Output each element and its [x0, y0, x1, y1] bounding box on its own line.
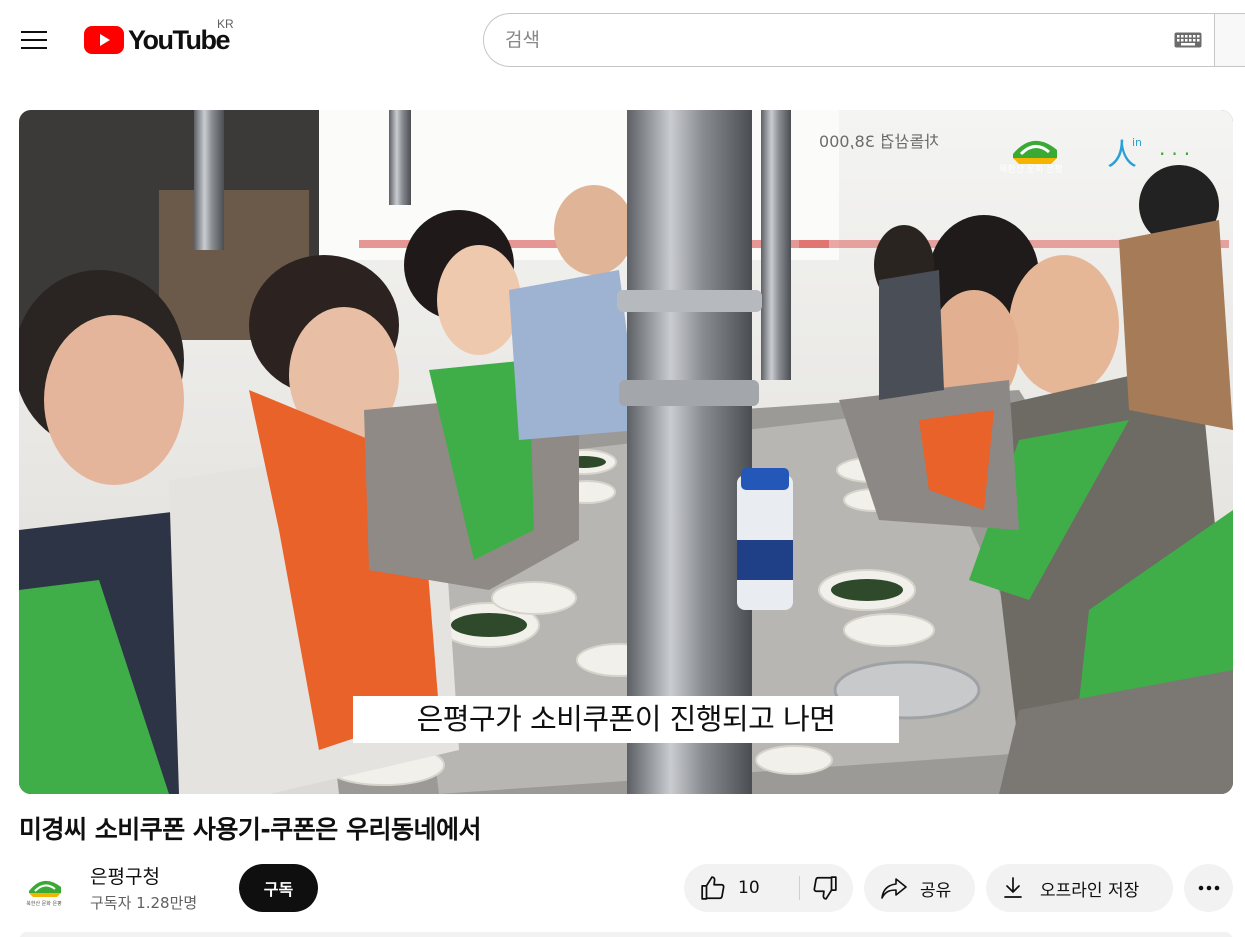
like-count: 10	[738, 878, 760, 898]
guide-menu-button[interactable]	[14, 20, 54, 60]
keyboard-icon[interactable]	[1174, 32, 1202, 48]
download-label: 오프라인 저장	[1040, 880, 1140, 901]
like-button[interactable]: 10	[684, 864, 799, 912]
masthead: YouTube KR	[0, 0, 1245, 78]
in-logo-dots: ···	[1159, 142, 1197, 166]
description-box[interactable]	[19, 932, 1233, 937]
channel-logo-icon: 북한산 문화 은평	[26, 880, 62, 907]
country-code: KR	[217, 17, 234, 31]
search-box	[483, 13, 1245, 67]
video-frame	[19, 110, 1233, 794]
video-subtitle: 은평구가 소비쿠폰이 진행되고 나면	[353, 696, 899, 743]
video-player[interactable]: 차돌삼겹 38,000 북한산 문화 은평 人 in ··· 은평구가 소비쿠폰…	[19, 110, 1233, 794]
video-title: 미경씨 소비쿠폰 사용기-쿠폰은 우리동네에서	[19, 815, 482, 844]
hamburger-menu-icon	[21, 31, 47, 33]
youtube-logo-link[interactable]: YouTube KR	[84, 17, 234, 60]
share-button[interactable]: 공유	[864, 864, 975, 912]
youtube-play-icon	[84, 26, 124, 54]
thumbs-up-icon	[701, 876, 725, 900]
brand-logo-text: 북한산 문화 은평	[999, 165, 1063, 175]
dislike-button[interactable]	[800, 864, 853, 912]
channel-name[interactable]: 은평구청	[90, 862, 160, 889]
share-arrow-icon	[881, 878, 907, 899]
thumbs-down-icon	[813, 876, 837, 900]
download-button[interactable]: 오프라인 저장	[986, 864, 1173, 912]
more-horizontal-icon	[1198, 885, 1219, 891]
wall-menu-price: 차돌삼겹 38,000	[819, 132, 939, 151]
avatar-caption: 북한산 문화 은평	[26, 900, 61, 907]
subscribe-button[interactable]: 구독	[239, 864, 318, 912]
in-logo-sub: in	[1132, 136, 1143, 149]
search-button[interactable]	[1214, 13, 1245, 67]
youtube-wordmark: YouTube	[128, 24, 230, 55]
more-actions-button[interactable]	[1184, 864, 1233, 912]
download-icon	[1004, 877, 1022, 898]
like-dislike-group: 10	[684, 864, 853, 912]
search-input[interactable]	[505, 20, 1145, 60]
subscriber-count: 구독자 1.28만명	[90, 894, 198, 912]
channel-avatar[interactable]: 북한산 문화 은평	[19, 865, 69, 911]
share-label: 공유	[920, 880, 952, 901]
